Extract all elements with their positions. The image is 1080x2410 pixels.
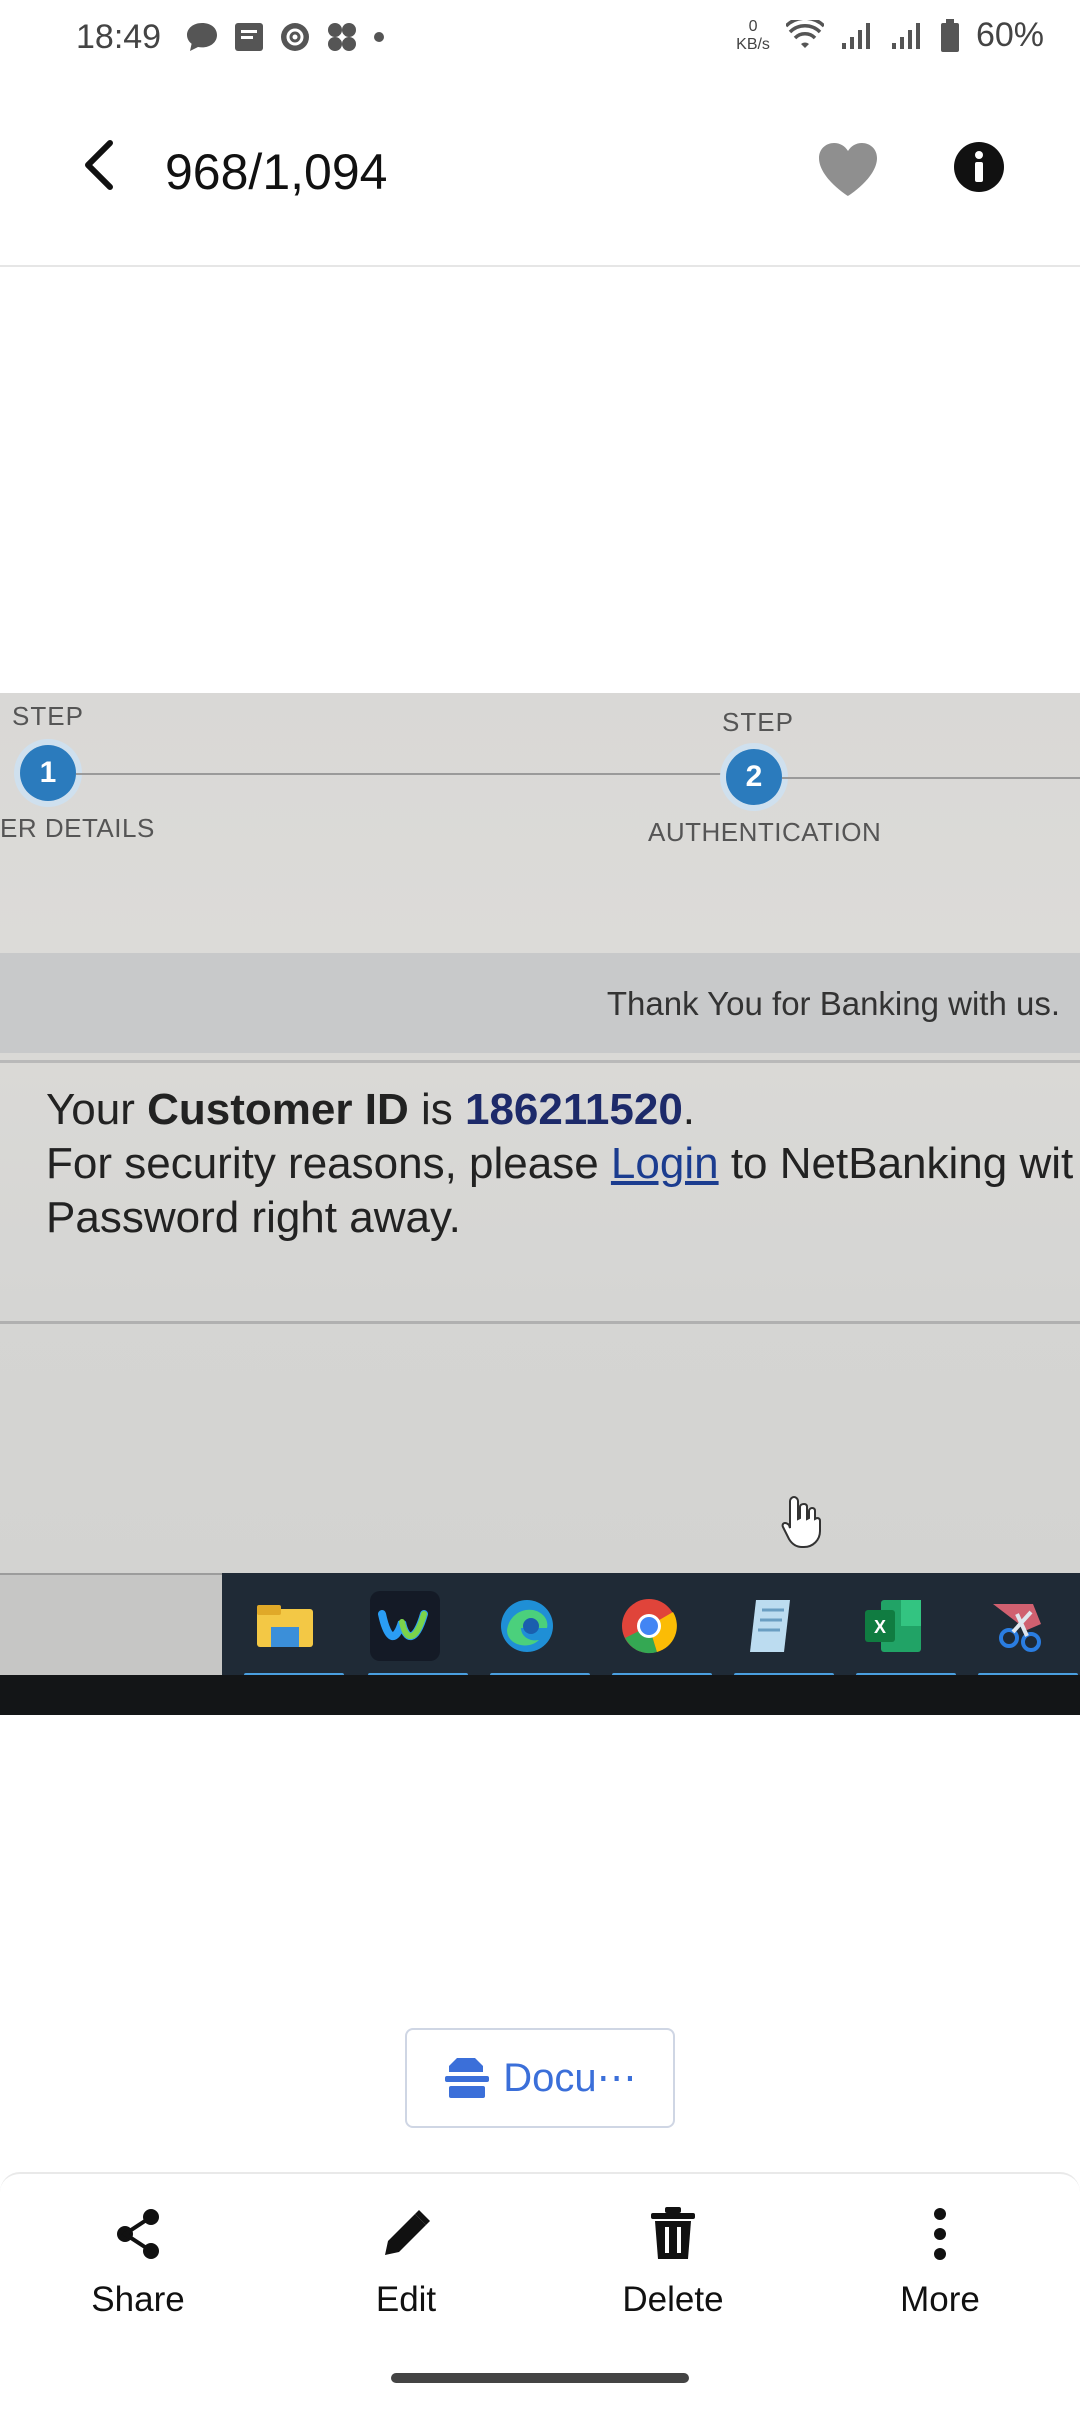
msg-text: Your: [46, 1085, 135, 1134]
msg-text: to NetBanking wit: [730, 1139, 1074, 1188]
windows-taskbar: X: [0, 1573, 1080, 1715]
status-bar: 18:49 0 KB/s 60%: [0, 0, 1080, 80]
document-scan-chip[interactable]: Docu⋯: [405, 2028, 675, 2128]
dot-icon: [374, 32, 384, 42]
snipping-tool-icon: [982, 1591, 1052, 1661]
image-counter: 968/1,094: [165, 144, 388, 200]
trash-icon: [651, 2207, 695, 2259]
excel-icon: X: [858, 1591, 928, 1661]
monitor-bezel: [0, 1675, 1080, 1715]
pencil-icon: [385, 2210, 430, 2255]
customer-id-message: Your Customer ID is 186211520. For secur…: [46, 1083, 1073, 1245]
file-explorer-icon: [250, 1591, 320, 1661]
battery-percent: 60%: [975, 16, 1044, 54]
msg-line3: Password right away.: [46, 1193, 461, 1242]
customer-id-value: 186211520: [464, 1085, 683, 1134]
step-1-circle: 1: [20, 745, 76, 801]
divider: [0, 1060, 1080, 1063]
back-arrow-icon: [85, 140, 113, 190]
webex-icon: [370, 1591, 440, 1661]
svg-text:X: X: [874, 1617, 886, 1637]
heart-icon: [819, 143, 877, 196]
step-1-caption: ER DETAILS: [0, 813, 155, 843]
hand-cursor-icon: [781, 1495, 821, 1548]
edge-icon: [492, 1591, 562, 1661]
customer-id-label: Customer ID: [147, 1085, 409, 1134]
more-label: More: [900, 2280, 980, 2319]
step-connector-2: [782, 777, 1080, 779]
edit-label: Edit: [375, 2280, 437, 2319]
step-2-circle: 2: [726, 749, 782, 805]
note-icon: [235, 23, 263, 51]
notification-icons: [185, 20, 385, 54]
net-speed-value: 0: [748, 17, 758, 35]
delete-label: Delete: [622, 2280, 724, 2319]
info-button[interactable]: [952, 140, 1006, 194]
delete-button[interactable]: Delete: [573, 2204, 773, 2344]
share-label: Share: [91, 2280, 185, 2319]
edit-button[interactable]: Edit: [306, 2204, 506, 2344]
home-indicator[interactable]: [391, 2373, 689, 2383]
back-button[interactable]: [70, 135, 130, 195]
share-button[interactable]: Share: [38, 2204, 238, 2344]
step-connector: [76, 773, 722, 775]
share-icon: [117, 2209, 159, 2259]
signal-icon: [891, 22, 920, 49]
status-time: 18:49: [76, 18, 162, 56]
document-icon: [445, 2058, 490, 2098]
chat-icon: [187, 23, 217, 51]
chrome-icon: [614, 1591, 684, 1661]
system-icons: 0 KB/s 60%: [736, 16, 1044, 55]
signal-icon: [841, 22, 870, 49]
taskbar-search-area: [0, 1573, 222, 1675]
login-link: Login: [610, 1139, 719, 1188]
photo-viewer[interactable]: STEP 1 ER DETAILS STEP 2 AUTHENTICATION …: [0, 693, 1080, 1715]
fan-icon: [328, 23, 356, 51]
thank-you-banner: Thank You for Banking with us.: [0, 953, 1080, 1053]
document-chip-label: Docu⋯: [503, 2056, 637, 2100]
step-2-label: STEP: [722, 707, 794, 737]
wifi-icon: [785, 19, 824, 48]
battery-icon: [940, 18, 959, 52]
msg-text: For security reasons, please: [46, 1139, 599, 1188]
more-button[interactable]: More: [840, 2204, 1040, 2344]
top-app-bar: 968/1,094: [0, 95, 1080, 267]
msg-text: .: [682, 1085, 696, 1134]
thank-you-text: Thank You for Banking with us.: [606, 985, 1060, 1022]
net-speed: 0 KB/s: [736, 18, 770, 54]
divider: [0, 1321, 1080, 1324]
more-vertical-icon: [934, 2208, 946, 2260]
info-icon: [954, 142, 1004, 192]
step-2-caption: AUTHENTICATION: [648, 817, 882, 847]
favorite-button[interactable]: [815, 140, 881, 200]
notepad-icon: [736, 1591, 806, 1661]
taskbar-apps: X: [222, 1573, 1080, 1688]
step-1-label: STEP: [12, 701, 84, 731]
net-speed-unit: KB/s: [736, 35, 770, 53]
vpn-icon: [281, 23, 309, 51]
msg-text: is: [420, 1085, 453, 1134]
